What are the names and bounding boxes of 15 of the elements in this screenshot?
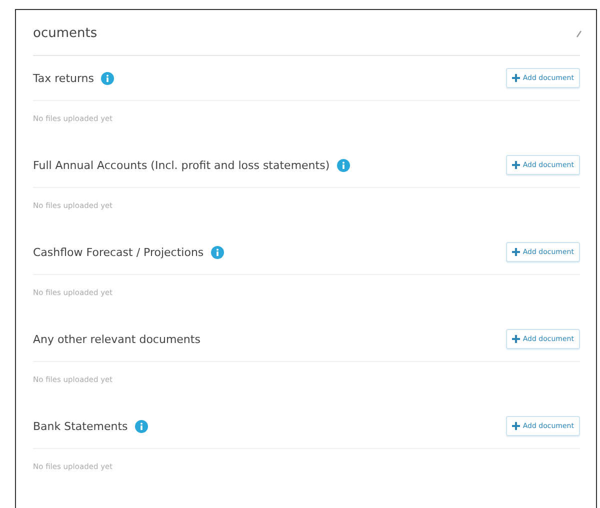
plus-icon	[512, 161, 520, 169]
section-title: Full Annual Accounts (Incl. profit and loss statements)	[33, 158, 330, 172]
section-title: Tax returns	[33, 72, 94, 84]
info-icon[interactable]	[336, 158, 350, 172]
info-icon[interactable]	[210, 246, 224, 258]
section-title: Bank Statements	[33, 420, 128, 432]
section-title: Any other relevant documents	[33, 332, 200, 346]
plus-icon	[512, 335, 520, 343]
panel-title: ocuments	[33, 26, 98, 41]
info-icon[interactable]	[134, 420, 148, 432]
section-title: Cashflow Forecast / Projections	[33, 246, 204, 258]
plus-icon	[512, 422, 520, 430]
plus-icon	[512, 74, 520, 82]
plus-icon	[512, 248, 520, 256]
info-icon[interactable]	[101, 72, 114, 84]
